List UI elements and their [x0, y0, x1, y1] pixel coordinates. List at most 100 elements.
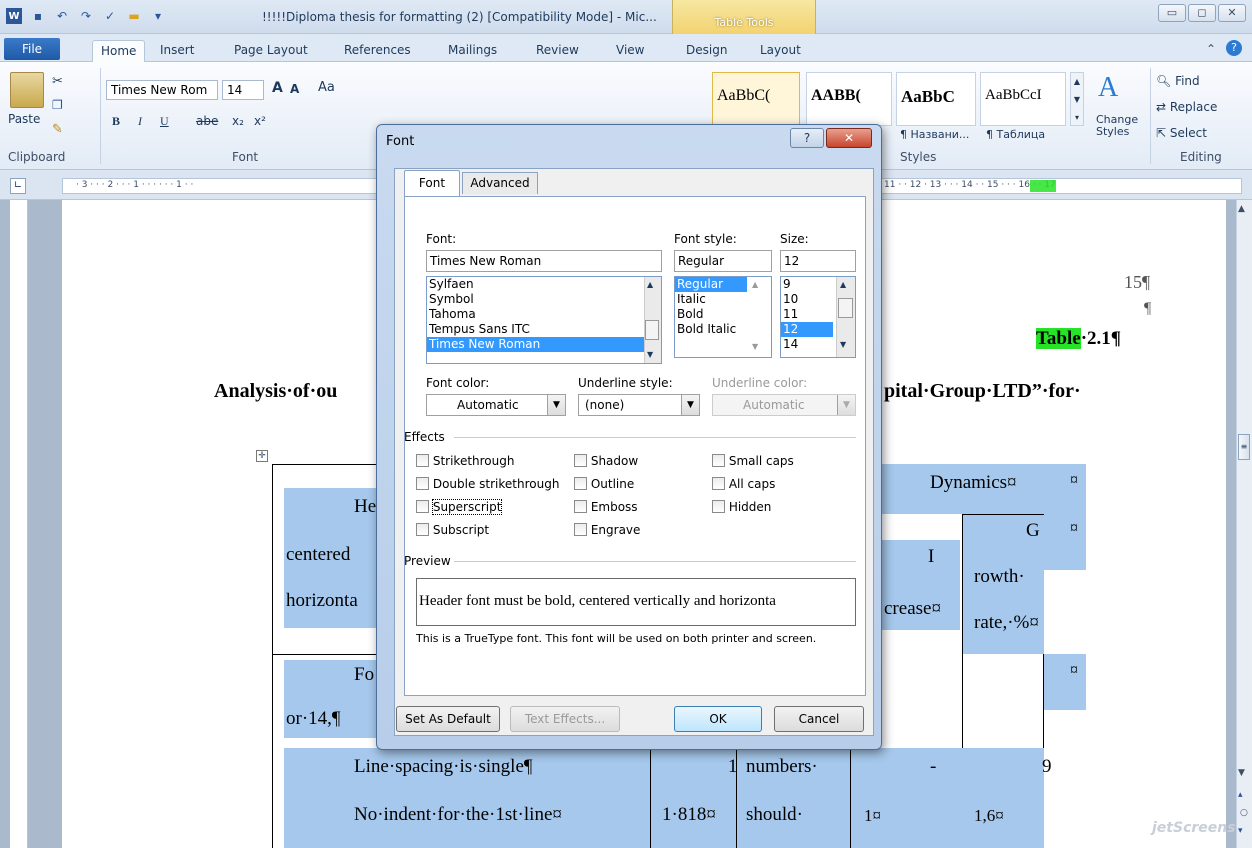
font-name-input[interactable]: Times New Roman: [426, 250, 662, 272]
size-option-selected[interactable]: 12: [781, 322, 833, 337]
size-input[interactable]: 12: [780, 250, 856, 272]
superscript-button[interactable]: x²: [254, 114, 266, 128]
previous-page-icon[interactable]: ▴: [1238, 790, 1243, 800]
shadow-checkbox[interactable]: [574, 454, 587, 467]
spellcheck-icon[interactable]: ✓: [102, 8, 118, 24]
effect-engrave[interactable]: Engrave: [574, 523, 640, 537]
folder-icon[interactable]: ▬: [126, 8, 142, 24]
dialog-close-button[interactable]: ✕: [826, 128, 872, 148]
tab-design[interactable]: Design: [678, 40, 735, 62]
size-list-up-icon[interactable]: ▲: [840, 280, 846, 289]
minimize-button[interactable]: ▭: [1158, 4, 1186, 22]
subscript-button[interactable]: x₂: [232, 114, 244, 128]
style-list-down-icon[interactable]: ▼: [752, 342, 758, 351]
all-caps-checkbox[interactable]: [712, 477, 725, 490]
redo-icon[interactable]: ↷: [78, 8, 94, 24]
tab-file[interactable]: File: [4, 38, 60, 60]
style-normal[interactable]: AaBbC(: [712, 72, 800, 126]
tab-mailings[interactable]: Mailings: [440, 40, 505, 62]
tab-font[interactable]: Font: [404, 170, 460, 196]
style-table[interactable]: AaBbCcI: [980, 72, 1066, 126]
effect-small-caps[interactable]: Small caps: [712, 454, 794, 468]
font-color-dropdown[interactable]: Automatic ▼: [426, 394, 566, 416]
close-window-button[interactable]: ✕: [1218, 4, 1246, 22]
undo-icon[interactable]: ↶: [54, 8, 70, 24]
style-no-spacing[interactable]: AABB(: [806, 72, 892, 126]
hidden-checkbox[interactable]: [712, 500, 725, 513]
size-list-down-icon[interactable]: ▼: [840, 340, 846, 349]
superscript-checkbox[interactable]: [416, 500, 429, 513]
font-list[interactable]: Sylfaen Symbol Tahoma Tempus Sans ITC Ti…: [426, 276, 662, 364]
tab-references[interactable]: References: [336, 40, 419, 62]
change-styles-button[interactable]: Change Styles: [1096, 114, 1140, 138]
size-list-thumb[interactable]: [838, 298, 853, 318]
styles-scroll-icon[interactable]: ▲ ▼ ▾: [1070, 72, 1084, 126]
font-option[interactable]: Tempus Sans ITC: [427, 322, 661, 337]
tab-selector-icon[interactable]: ∟: [10, 178, 26, 194]
effect-hidden[interactable]: Hidden: [712, 500, 771, 514]
emboss-checkbox[interactable]: [574, 500, 587, 513]
save-icon[interactable]: ▪: [30, 8, 46, 24]
italic-button[interactable]: I: [138, 114, 142, 129]
restore-button[interactable]: ◻: [1188, 4, 1216, 22]
font-list-thumb[interactable]: [645, 320, 659, 340]
double-strikethrough-checkbox[interactable]: [416, 477, 429, 490]
tab-home[interactable]: Home: [92, 40, 146, 62]
subscript-checkbox[interactable]: [416, 523, 429, 536]
change-styles-icon[interactable]: A: [1098, 72, 1118, 104]
cancel-button[interactable]: Cancel: [774, 706, 864, 732]
minimize-ribbon-icon[interactable]: ⌃: [1206, 42, 1216, 56]
tab-review[interactable]: Review: [528, 40, 587, 62]
paste-icon[interactable]: [10, 72, 44, 108]
font-option[interactable]: Tahoma: [427, 307, 661, 322]
tab-insert[interactable]: Insert: [152, 40, 202, 62]
tab-view[interactable]: View: [608, 40, 652, 62]
effect-outline[interactable]: Outline: [574, 477, 634, 491]
help-icon[interactable]: ?: [1226, 40, 1242, 56]
style-option[interactable]: Bold: [675, 307, 771, 322]
text-effects-button[interactable]: Text Effects...: [510, 706, 620, 732]
scroll-thumb[interactable]: ≡: [1238, 434, 1250, 460]
ok-button[interactable]: OK: [674, 706, 762, 732]
font-list-down-icon[interactable]: ▼: [647, 350, 653, 359]
browse-object-icon[interactable]: ○: [1240, 808, 1248, 818]
font-size-combo[interactable]: 14: [222, 80, 264, 100]
style-option[interactable]: Italic: [675, 292, 771, 307]
change-case-button[interactable]: Aa: [318, 80, 335, 95]
tab-advanced[interactable]: Advanced: [462, 172, 538, 194]
scroll-down-icon[interactable]: ▼: [1238, 768, 1245, 778]
font-option-selected[interactable]: Times New Roman: [427, 337, 661, 352]
grow-font-button[interactable]: A: [272, 80, 283, 96]
shrink-font-button[interactable]: A: [290, 82, 299, 96]
effect-superscript[interactable]: Superscript: [416, 499, 503, 515]
table-move-handle-icon[interactable]: ✛: [256, 450, 268, 462]
bold-button[interactable]: B: [112, 114, 120, 129]
font-name-combo[interactable]: Times New Rom: [106, 80, 218, 100]
style-heading[interactable]: AaBbC: [896, 72, 976, 126]
strikethrough-checkbox[interactable]: [416, 454, 429, 467]
tab-layout[interactable]: Layout: [752, 40, 809, 62]
effect-all-caps[interactable]: All caps: [712, 477, 775, 491]
font-option[interactable]: Sylfaen: [427, 277, 661, 292]
style-list-up-icon[interactable]: ▲: [752, 280, 758, 289]
effect-subscript[interactable]: Subscript: [416, 523, 489, 537]
word-icon[interactable]: W: [6, 8, 22, 24]
engrave-checkbox[interactable]: [574, 523, 587, 536]
underline-button[interactable]: U: [160, 114, 169, 129]
small-caps-checkbox[interactable]: [712, 454, 725, 467]
copy-icon[interactable]: ❐: [52, 98, 63, 112]
set-as-default-button[interactable]: Set As Default: [396, 706, 500, 732]
font-option[interactable]: Symbol: [427, 292, 661, 307]
next-page-icon[interactable]: ▾: [1238, 826, 1243, 836]
paste-button[interactable]: Paste: [8, 112, 40, 126]
scroll-up-icon[interactable]: ▲: [1238, 204, 1245, 214]
style-option[interactable]: Bold Italic: [675, 322, 771, 337]
cut-icon[interactable]: ✂: [52, 74, 63, 89]
dialog-help-button[interactable]: ?: [790, 128, 824, 148]
vertical-scrollbar[interactable]: [1236, 200, 1252, 848]
outline-checkbox[interactable]: [574, 477, 587, 490]
tab-page-layout[interactable]: Page Layout: [226, 40, 316, 62]
effect-double-strikethrough[interactable]: Double strikethrough: [416, 477, 559, 491]
select-button[interactable]: ⇱ Select: [1156, 126, 1207, 140]
replace-button[interactable]: ⇄ Replace: [1156, 100, 1217, 114]
